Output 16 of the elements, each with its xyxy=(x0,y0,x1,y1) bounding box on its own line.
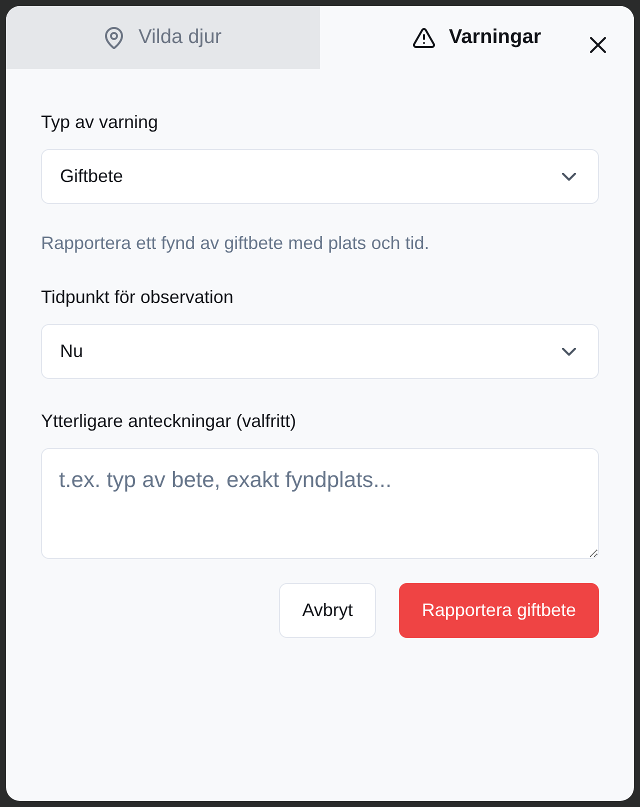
select-field[interactable]: Giftbete xyxy=(41,149,599,204)
close-icon xyxy=(590,37,606,53)
close-button[interactable] xyxy=(588,35,608,55)
select-field[interactable]: Nu xyxy=(41,324,599,379)
map-pin-icon xyxy=(104,26,124,48)
warning-icon xyxy=(412,28,435,48)
cancel-button[interactable]: Avbryt xyxy=(279,583,376,638)
field-label: Tidpunkt för observation xyxy=(41,286,234,309)
field-label: Ytterligare anteckningar (valfritt) xyxy=(41,410,298,433)
field-label: Typ av varning xyxy=(41,111,160,134)
hint-text: Rapportera ett fynd av giftbete med plats och tid. xyxy=(41,232,430,255)
notes-field[interactable]: t.ex. typ av bete, exakt fyndplats... xyxy=(41,448,599,559)
chevron-down-icon xyxy=(562,172,576,180)
chevron-down-icon xyxy=(562,348,576,356)
tab[interactable]: Vilda djur xyxy=(6,6,320,69)
submit-button[interactable]: Rapportera giftbete xyxy=(398,583,599,638)
